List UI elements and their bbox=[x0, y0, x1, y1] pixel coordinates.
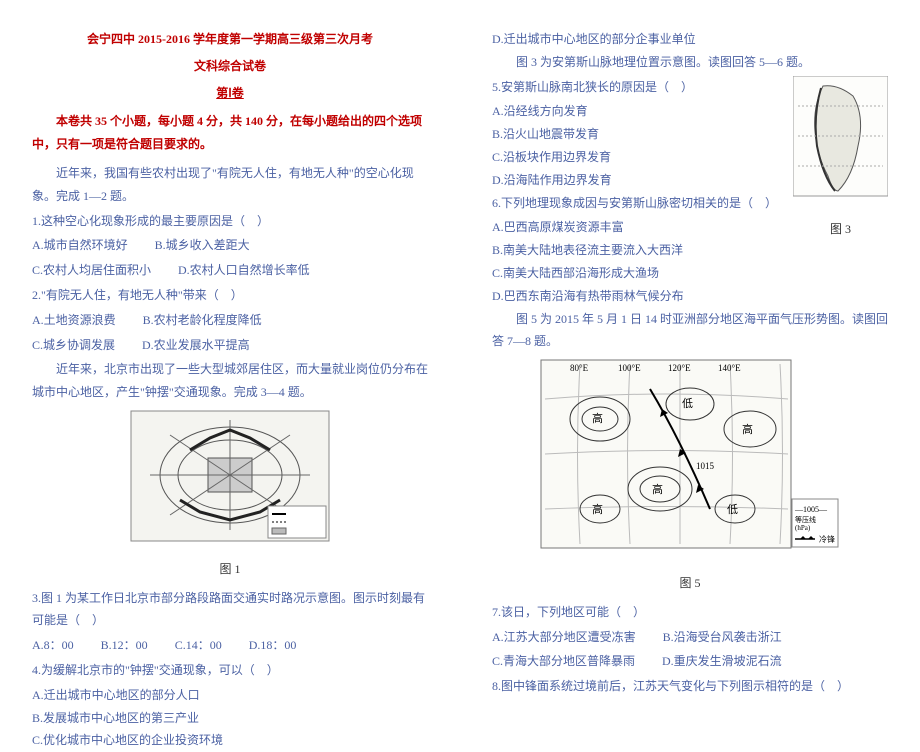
question-3: 3.图 1 为某工作日北京市部分路段路面交通实时路况示意图。图示时刻最有可能是（… bbox=[32, 587, 428, 633]
question-4: 4.为缓解北京市的"钟摆"交通现象，可以（ ） bbox=[32, 659, 428, 682]
exam-title: 会宁四中 2015-2016 学年度第一学期高三级第三次月考 bbox=[32, 28, 428, 51]
question-1-options-row2: C.农村人均居住面积小 D.农村人口自然增长率低 bbox=[32, 259, 428, 282]
svg-text:80°E: 80°E bbox=[570, 363, 589, 373]
question-7-options-row2: C.青海大部分地区普降暴雨 D.重庆发生滑坡泥石流 bbox=[492, 650, 888, 673]
svg-text:140°E: 140°E bbox=[718, 363, 741, 373]
q4-option-a: A.迁出城市中心地区的部分人口 bbox=[32, 684, 428, 707]
figure-1-wrap: 图 1 bbox=[32, 410, 428, 581]
svg-text:高: 高 bbox=[652, 482, 663, 496]
question-1: 1.这种空心化现象形成的最主要原因是（ ） bbox=[32, 210, 428, 233]
left-column: 会宁四中 2015-2016 学年度第一学期高三级第三次月考 文科综合试卷 第Ⅰ… bbox=[0, 0, 460, 637]
svg-text:高: 高 bbox=[742, 422, 753, 436]
svg-text:低: 低 bbox=[727, 503, 738, 516]
svg-text:1015: 1015 bbox=[696, 461, 715, 471]
q7-option-d: D.重庆发生滑坡泥石流 bbox=[662, 650, 782, 673]
question-8: 8.图中锋面系统过境前后，江苏天气变化与下列图示相符的是（ ） bbox=[492, 675, 888, 698]
svg-text:高: 高 bbox=[592, 502, 603, 516]
figure-3-wrap: 图 3 bbox=[793, 76, 888, 242]
question-7: 7.该日，下列地区可能（ ） bbox=[492, 601, 888, 624]
q7-option-c: C.青海大部分地区普降暴雨 bbox=[492, 650, 635, 673]
q3-option-a: A.8：00 bbox=[32, 634, 74, 657]
question-2-options-row1: A.土地资源浪费 B.农村老龄化程度降低 bbox=[32, 309, 428, 332]
svg-text:(hPa): (hPa) bbox=[795, 524, 811, 532]
q6-option-c: C.南美大陆西部沿海形成大渔场 bbox=[492, 262, 888, 285]
figure-1-caption: 图 1 bbox=[32, 558, 428, 581]
svg-text:冷锋: 冷锋 bbox=[819, 534, 835, 544]
q2-option-b: B.农村老龄化程度降低 bbox=[143, 309, 262, 332]
figure-5-map: 80°E 100°E 120°E 140°E 高 低 高 高 高 低 1015 bbox=[540, 359, 840, 564]
q2-option-c: C.城乡协调发展 bbox=[32, 334, 115, 357]
figure-1-map bbox=[130, 410, 330, 550]
figure-5-wrap: 80°E 100°E 120°E 140°E 高 低 高 高 高 低 1015 bbox=[492, 359, 888, 595]
question-1-options-row1: A.城市自然环境好 B.城乡收入差距大 bbox=[32, 234, 428, 257]
svg-text:100°E: 100°E bbox=[618, 363, 641, 373]
q4-option-b: B.发展城市中心地区的第三产业 bbox=[32, 707, 428, 730]
q4-option-d: D.迁出城市中心地区的部分企事业单位 bbox=[492, 28, 888, 51]
exam-subject: 文科综合试卷 bbox=[32, 55, 428, 78]
svg-text:高: 高 bbox=[592, 411, 603, 425]
figure-3-caption: 图 3 bbox=[793, 218, 888, 241]
q2-option-a: A.土地资源浪费 bbox=[32, 309, 116, 332]
q1-option-b: B.城乡收入差距大 bbox=[155, 234, 250, 257]
intro-paragraph-3: 图 3 为安第斯山脉地理位置示意图。读图回答 5—6 题。 bbox=[492, 51, 888, 74]
part-label: 第Ⅰ卷 bbox=[32, 82, 428, 105]
q3-option-c: C.14：00 bbox=[175, 634, 222, 657]
figure-5-caption: 图 5 bbox=[492, 572, 888, 595]
question-2: 2."有院无人住，有地无人种"带来（ ） bbox=[32, 284, 428, 307]
legend-isobar: —1005— bbox=[794, 505, 828, 514]
question-3-options: A.8：00 B.12：00 C.14：00 D.18：00 bbox=[32, 634, 428, 657]
q1-option-d: D.农村人口自然增长率低 bbox=[178, 259, 310, 282]
intro-paragraph-2: 近年来，北京市出现了一些大型城郊居住区，而大量就业岗位仍分布在城市中心地区，产生… bbox=[32, 358, 428, 404]
q6-option-b: B.南美大陆地表径流主要流入大西洋 bbox=[492, 239, 888, 262]
q3-option-d: D.18：00 bbox=[249, 634, 297, 657]
intro-paragraph-1: 近年来，我国有些农村出现了"有院无人住，有地无人种"的空心化现象。完成 1—2 … bbox=[32, 162, 428, 208]
right-column: D.迁出城市中心地区的部分企事业单位 图 3 为安第斯山脉地理位置示意图。读图回… bbox=[460, 0, 920, 637]
figure-3-map bbox=[793, 76, 888, 211]
instruction-text: 本卷共 35 个小题，每小题 4 分，共 140 分，在每小题给出的四个选项中，… bbox=[32, 110, 428, 156]
q3-option-b: B.12：00 bbox=[101, 634, 148, 657]
intro-paragraph-4: 图 5 为 2015 年 5 月 1 日 14 时亚洲部分地区海平面气压形势图。… bbox=[492, 308, 888, 354]
q1-option-a: A.城市自然环境好 bbox=[32, 234, 128, 257]
svg-text:等压线: 等压线 bbox=[795, 515, 816, 524]
q6-option-d: D.巴西东南沿海有热带雨林气候分布 bbox=[492, 285, 888, 308]
question-2-options-row2: C.城乡协调发展 D.农业发展水平提高 bbox=[32, 334, 428, 357]
q2-option-d: D.农业发展水平提高 bbox=[142, 334, 250, 357]
svg-text:120°E: 120°E bbox=[668, 363, 691, 373]
q4-option-c: C.优化城市中心地区的企业投资环境 bbox=[32, 729, 428, 752]
svg-text:低: 低 bbox=[682, 397, 693, 410]
q1-option-c: C.农村人均居住面积小 bbox=[32, 259, 151, 282]
